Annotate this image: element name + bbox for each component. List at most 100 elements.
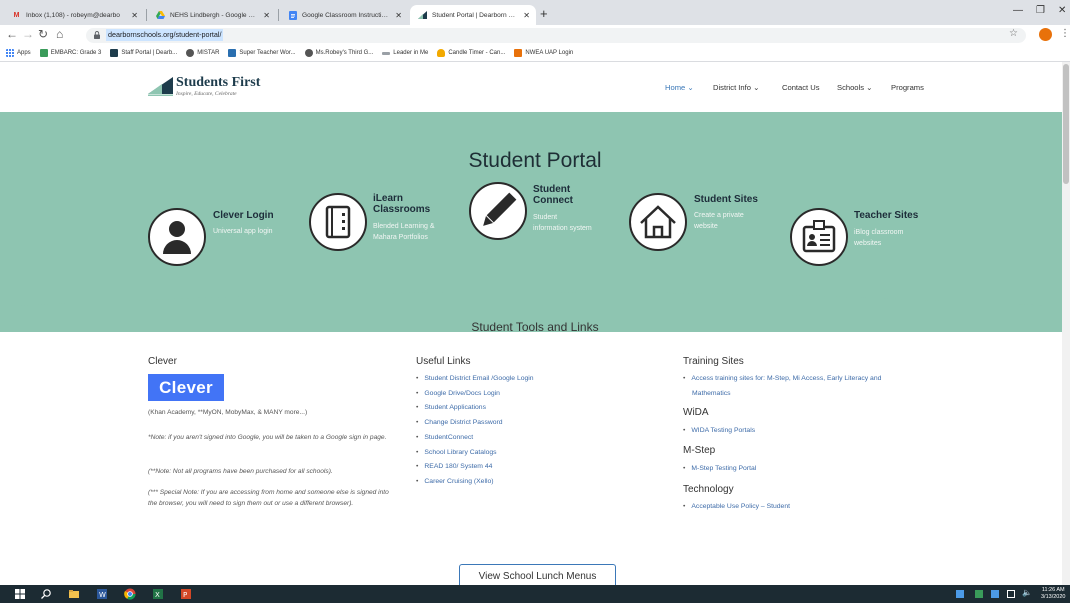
menu-dots-icon[interactable]: ⋮ [1060, 28, 1070, 39]
tray-app-icon[interactable] [956, 590, 964, 598]
useful-links-list: Student District Email /Google Login Goo… [416, 372, 534, 490]
word-icon[interactable]: W [96, 588, 108, 600]
link-training-sites-cont[interactable]: Mathematics [692, 387, 731, 401]
link-mstep-portal[interactable]: M-Step Testing Portal [683, 462, 756, 477]
close-icon[interactable]: ✕ [131, 11, 138, 20]
logo-title: Students First [176, 75, 261, 90]
bookmark-leader-in-me[interactable]: Leader in Me [382, 50, 428, 56]
volume-icon[interactable]: 🔈 [1022, 588, 1032, 597]
forward-arrow-icon[interactable]: → [22, 27, 34, 41]
nav-district-info[interactable]: District Info ⌄ [713, 83, 759, 92]
google-drive-icon [156, 11, 165, 20]
chevron-down-icon: ⌄ [687, 83, 694, 92]
hero-title: Student Portal [468, 149, 602, 172]
bookmark-star-icon[interactable]: ☆ [1009, 28, 1018, 39]
tab-google-classroom-doc[interactable]: Google Classroom Instructions - ✕ [280, 5, 408, 25]
id-badge-icon [790, 208, 848, 266]
bookmark-apps[interactable]: Apps [6, 49, 31, 57]
windows-start-icon[interactable] [14, 588, 26, 600]
chrome-icon[interactable] [124, 588, 136, 600]
close-icon[interactable]: ✕ [523, 11, 530, 20]
tab-google-drive[interactable]: NEHS Lindbergh - Google Drive ✕ [148, 5, 276, 25]
nav-label: Contact Us [782, 83, 820, 92]
home-icon[interactable]: ⌂ [56, 27, 63, 41]
back-arrow-icon[interactable]: ← [6, 27, 18, 41]
leader-in-me-icon [382, 51, 391, 55]
card-desc: Universal app login [213, 228, 273, 235]
tab-gmail[interactable]: M Inbox (1,108) - robeym@dearbo ✕ [4, 5, 144, 25]
link-studentconnect[interactable]: StudentConnect [416, 431, 534, 446]
link-training-sites[interactable]: Access training sites for: M-Step, Mi Ac… [683, 372, 881, 387]
technology-heading: Technology [683, 484, 734, 495]
powerpoint-icon[interactable]: P [180, 588, 192, 600]
nwea-icon [514, 49, 523, 57]
network-icon[interactable] [1007, 590, 1015, 598]
nav-home[interactable]: Home ⌄ [665, 83, 694, 92]
lunch-menus-button[interactable]: View School Lunch Menus [459, 564, 616, 585]
link-career-cruising[interactable]: Career Cruising (Xello) [416, 475, 534, 490]
link-change-password[interactable]: Change District Password [416, 416, 534, 431]
link-wida-portals[interactable]: WIDA Testing Portals [683, 424, 755, 439]
bookmark-super-teacher[interactable]: Super Teacher Wor... [228, 49, 296, 57]
profile-avatar[interactable] [1039, 28, 1052, 41]
minimize-icon[interactable]: — [1013, 5, 1023, 16]
svg-text:P: P [183, 591, 187, 599]
web-page: Students First Inspire, Educate, Celebra… [0, 62, 1070, 585]
notebook-icon [309, 193, 367, 251]
search-icon[interactable] [40, 588, 52, 600]
bookmark-label: Super Teacher Wor... [239, 50, 296, 56]
scroll-thumb[interactable] [1063, 64, 1069, 184]
bookmark-staff-portal[interactable]: Staff Portal | Dearb... [110, 49, 177, 57]
logo-tagline: Inspire, Educate, Celebrate [176, 91, 237, 97]
tab-title: Student Portal | Dearborn Public [432, 11, 520, 19]
house-icon [629, 193, 687, 251]
browser-tab-strip: M Inbox (1,108) - robeym@dearbo ✕ NEHS L… [0, 0, 1070, 25]
close-icon[interactable]: ✕ [263, 11, 270, 20]
file-explorer-icon[interactable] [68, 588, 80, 600]
link-read-180[interactable]: READ 180/ System 44 [416, 460, 534, 475]
bookmark-candle-timer[interactable]: Candle Timer - Can... [437, 49, 505, 57]
tray-app-icon[interactable] [991, 590, 999, 598]
page-scrollbar[interactable] [1062, 62, 1070, 585]
windows-taskbar: W X P 🔈 11:26 AM 3/13/2020 [0, 585, 1070, 603]
technology-links-list: Acceptable Use Policy – Student [683, 500, 790, 515]
dearborn-icon [418, 11, 427, 20]
gmail-icon: M [13, 11, 20, 19]
close-icon[interactable]: ✕ [395, 11, 402, 20]
nav-programs[interactable]: Programs [891, 83, 924, 92]
restore-icon[interactable]: ❐ [1036, 5, 1045, 16]
address-bar[interactable]: dearbornschools.org/student-portal/ ☆ [86, 28, 1026, 43]
bookmark-embarc[interactable]: EMBARC: Grade 3 [39, 49, 101, 57]
excel-icon[interactable]: X [152, 588, 164, 600]
wida-links-list: WIDA Testing Portals [683, 424, 755, 439]
clever-logo-button[interactable]: Clever [148, 374, 224, 401]
link-google-drive[interactable]: Google Drive/Docs Login [416, 387, 534, 402]
students-first-logo-icon [148, 77, 173, 96]
bookmark-mistar[interactable]: MISTAR [186, 49, 219, 57]
bookmarks-bar: Apps EMBARC: Grade 3 Staff Portal | Dear… [0, 45, 1070, 62]
bookmark-label: Apps [17, 50, 31, 56]
clever-note-1: *Note: if you aren't signed into Google,… [148, 434, 387, 441]
link-library-catalogs[interactable]: School Library Catalogs [416, 446, 534, 461]
system-clock[interactable]: 11:26 AM 3/13/2020 [1041, 587, 1065, 601]
tray-app-icon[interactable] [975, 590, 983, 598]
clever-note-2: (**Note: Not all programs have been purc… [148, 468, 333, 475]
card-title: iLearn Classrooms [373, 193, 431, 215]
link-student-email[interactable]: Student District Email /Google Login [416, 372, 533, 387]
dearborn-icon [110, 49, 119, 57]
nav-contact-us[interactable]: Contact Us [782, 83, 820, 92]
url-text[interactable]: dearbornschools.org/student-portal/ [106, 29, 224, 41]
link-acceptable-use[interactable]: Acceptable Use Policy – Student [683, 500, 790, 515]
close-window-icon[interactable]: ✕ [1058, 5, 1066, 16]
link-student-applications[interactable]: Student Applications [416, 401, 534, 416]
reload-icon[interactable]: ↻ [38, 27, 48, 41]
bookmark-label: Staff Portal | Dearb... [121, 50, 178, 56]
new-tab-button[interactable]: + [540, 6, 548, 21]
mstep-links-list: M-Step Testing Portal [683, 462, 756, 477]
bookmark-ms-robey[interactable]: Ms.Robey's Third G... [304, 49, 373, 57]
bookmark-nwea[interactable]: NWEA UAP Login [514, 49, 573, 57]
google-docs-icon [288, 10, 297, 20]
nav-schools[interactable]: Schools ⌄ [837, 83, 873, 92]
tab-separator [146, 9, 147, 21]
tab-student-portal[interactable]: Student Portal | Dearborn Public ✕ [410, 5, 536, 25]
